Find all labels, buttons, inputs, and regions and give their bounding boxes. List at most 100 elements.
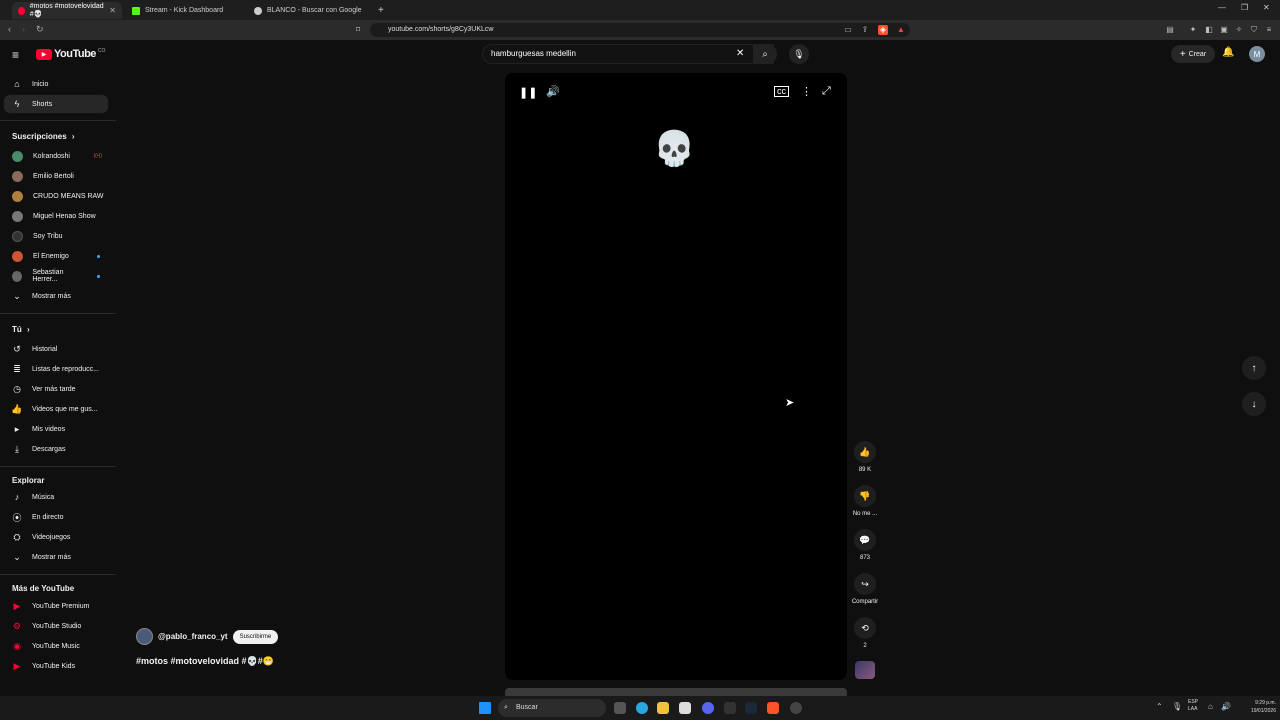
browser-tab-google[interactable]: BLANCO - Buscar con Google	[248, 2, 370, 19]
more-options-icon[interactable]: ⋮	[801, 85, 812, 98]
wallet-icon[interactable]: ⛉	[1249, 25, 1259, 35]
sidebar-item-watch-later[interactable]: ◷ Ver más tarde	[4, 380, 108, 398]
task-view-icon[interactable]	[614, 702, 626, 714]
pause-icon[interactable]: ❚❚	[519, 86, 537, 99]
subscribe-button[interactable]: Suscribirme	[232, 629, 279, 644]
you-heading[interactable]: Tú ›	[12, 325, 30, 334]
subscription-item[interactable]: Kolrandoshi ((•))	[4, 147, 108, 165]
reload-icon[interactable]: ↻	[36, 24, 44, 35]
clock[interactable]: 9:29 p.m. 19/01/2026	[1236, 699, 1276, 715]
next-short-button[interactable]: ↓	[1242, 392, 1266, 416]
new-tab-button[interactable]: +	[372, 2, 386, 19]
brave-shields-icon[interactable]: ◈	[878, 25, 888, 35]
shorts-icon: ϟ	[14, 99, 20, 109]
previous-short-button[interactable]: ↑	[1242, 356, 1266, 380]
sidebar-item-music[interactable]: ♪ Música	[4, 488, 108, 506]
sidebar-item-downloads[interactable]: ⤓ Descargas	[4, 440, 108, 458]
clear-search-icon[interactable]: ✕	[736, 48, 744, 59]
speaker-icon[interactable]: 🔊	[1221, 702, 1231, 711]
menu-icon[interactable]: ≡	[1264, 25, 1274, 35]
search-button[interactable]: ⌕	[753, 44, 777, 64]
sidebar-toggle-icon[interactable]: ▤	[1165, 25, 1175, 35]
store-icon[interactable]	[679, 702, 691, 714]
captions-icon[interactable]: cc	[774, 86, 789, 97]
show-more-subscriptions[interactable]: ⌄ Mostrar más	[4, 287, 108, 305]
sidebar-item-home[interactable]: ⌂ Inicio	[4, 75, 108, 93]
fullscreen-icon[interactable]: ⤢	[822, 85, 831, 98]
comment-count: 873	[859, 555, 870, 561]
search-input[interactable]: hamburguesas medellin	[482, 44, 774, 64]
steam-icon[interactable]	[745, 702, 757, 714]
subscription-item[interactable]: El Enemigo	[4, 247, 108, 265]
share-page-icon[interactable]: ⇪	[860, 25, 870, 35]
sidebar-item-youtube-kids[interactable]: ▶ YouTube Kids	[4, 657, 108, 675]
brave-rewards-icon[interactable]: ▲	[896, 25, 906, 35]
sidebar-item-playlists[interactable]: ≣ Listas de reproducc...	[4, 360, 108, 378]
extensions-icon[interactable]: ✦	[1188, 25, 1198, 35]
volume-icon[interactable]: 🔊	[546, 85, 560, 98]
remix-button[interactable]: ⟲ 2	[849, 617, 881, 649]
leo-icon[interactable]: ✧	[1234, 25, 1244, 35]
create-button[interactable]: + Crear	[1171, 45, 1215, 63]
sidebar-item-live[interactable]: ⦿ En directo	[4, 508, 108, 526]
dislike-button[interactable]: 👎 No me ...	[849, 485, 881, 517]
tray-chevron-icon[interactable]: ⌃	[1156, 702, 1163, 711]
channel-handle[interactable]: @pablo_franco_yt	[158, 632, 228, 641]
sidebar-item-youtube-music[interactable]: ◉ YouTube Music	[4, 637, 108, 655]
maximize-icon[interactable]: ❐	[1241, 3, 1248, 12]
windows-taskbar: ⌕ Buscar ⌃ 🎙 ESP LAA ⌂ 🔊 9:29 p.m. 19/01…	[0, 696, 1280, 720]
sidebar-item-youtube-studio[interactable]: ⚙ YouTube Studio	[4, 617, 108, 635]
file-explorer-icon[interactable]	[657, 702, 669, 714]
channel-avatar[interactable]	[136, 628, 153, 645]
subscription-item[interactable]: Sebastian Herrer...	[4, 267, 108, 285]
close-window-icon[interactable]: ✕	[1263, 3, 1270, 12]
short-title[interactable]: #motos #motovelovidad #💀#😁	[136, 656, 274, 667]
live-indicator-icon: ((•))	[93, 153, 102, 159]
avatar-letter: M	[1253, 49, 1261, 59]
sidebar-item-shorts[interactable]: ϟ Shorts	[4, 95, 108, 113]
sidebar-item-gaming[interactable]: ⛭ Videojuegos	[4, 528, 108, 546]
split-view-icon[interactable]: ◧	[1204, 25, 1214, 35]
windows-start-icon[interactable]	[479, 702, 491, 714]
subscription-item[interactable]: CRUDO MEANS RAW	[4, 187, 108, 205]
app-icon[interactable]	[724, 702, 736, 714]
taskbar-search[interactable]: ⌕ Buscar	[498, 699, 606, 717]
share-button[interactable]: ↪ Compartir	[849, 573, 881, 605]
youtube-logo[interactable]: ▶ YouTube CO	[36, 48, 105, 60]
next-short-preview[interactable]	[505, 688, 847, 696]
forward-icon[interactable]: ›	[22, 24, 25, 34]
edge-icon[interactable]	[636, 702, 648, 714]
notifications-bell-icon[interactable]: 🔔	[1222, 47, 1234, 58]
minimize-icon[interactable]: —	[1218, 3, 1226, 12]
subscription-item[interactable]: Soy Tribu	[4, 227, 108, 245]
back-icon[interactable]: ‹	[8, 24, 11, 34]
discord-icon[interactable]	[702, 702, 714, 714]
microphone-tray-icon[interactable]: 🎙	[1172, 702, 1182, 711]
avatar[interactable]: M	[1249, 46, 1265, 62]
network-icon[interactable]: ⌂	[1208, 702, 1213, 711]
hamburger-menu-icon[interactable]: ≡	[12, 48, 19, 62]
audio-thumbnail[interactable]	[855, 661, 875, 679]
subscription-item[interactable]: Miguel Henao Show	[4, 207, 108, 225]
shorts-player[interactable]: ❚❚ 🔊 cc ⋮ ⤢ 💀	[505, 73, 847, 680]
browser-tab-youtube[interactable]: #motos #motovelovidad #💀 ✕	[12, 2, 122, 19]
bookmark-icon[interactable]: ⌑	[353, 25, 363, 35]
language-indicator[interactable]: ESP LAA	[1188, 699, 1198, 713]
browser-tab-kick[interactable]: Stream - Kick Dashboard	[126, 2, 244, 19]
subscriptions-heading[interactable]: Suscripciones ›	[12, 132, 75, 141]
brave-icon[interactable]	[767, 702, 779, 714]
url-bar[interactable]: youtube.com/shorts/g8Cy3UKLcw	[370, 23, 910, 37]
tab-search-icon[interactable]: ▣	[1219, 25, 1229, 35]
obs-icon[interactable]	[790, 702, 802, 714]
show-more-explore[interactable]: ⌄ Mostrar más	[4, 548, 108, 566]
close-tab-icon[interactable]: ✕	[109, 6, 116, 15]
voice-search-button[interactable]: 🎙	[789, 44, 809, 64]
install-icon[interactable]: ▭	[843, 25, 853, 35]
subscription-item[interactable]: Emilio Bertoli	[4, 167, 108, 185]
sidebar-item-youtube-premium[interactable]: ▶ YouTube Premium	[4, 597, 108, 615]
sidebar-item-my-videos[interactable]: ▸ Mis videos	[4, 420, 108, 438]
comments-button[interactable]: 💬 873	[849, 529, 881, 561]
like-button[interactable]: 👍 89 K	[849, 441, 881, 473]
sidebar-item-liked-videos[interactable]: 👍 Videos que me gus...	[4, 400, 108, 418]
sidebar-item-history[interactable]: ↺ Historial	[4, 340, 108, 358]
